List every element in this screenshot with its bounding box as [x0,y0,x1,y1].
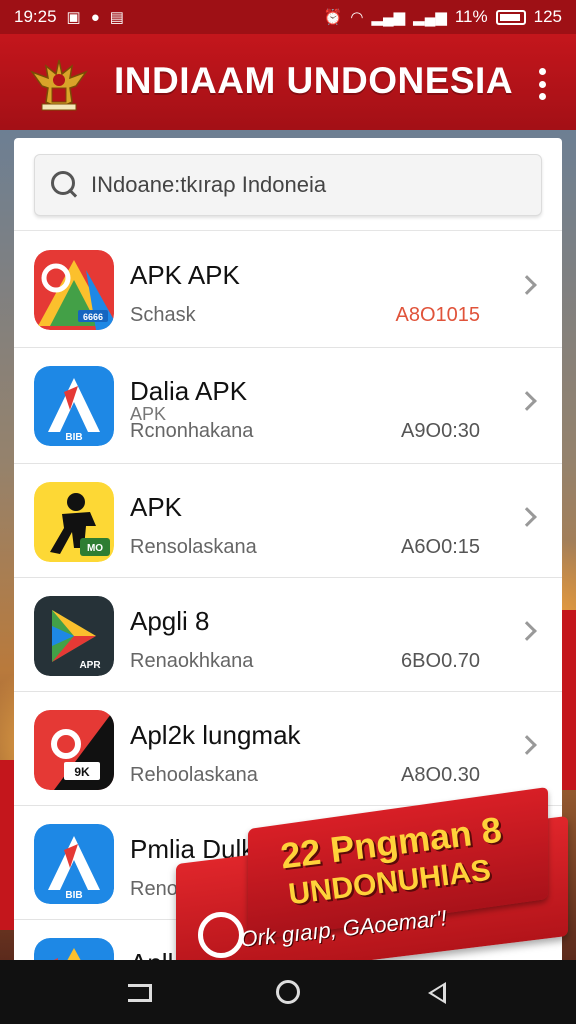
app-name: APK APK [130,260,240,290]
list-item[interactable]: BIB Dalia APK APK Rcnonhakana A9O0:30 [14,348,562,464]
app-name: Dalia APK [130,376,248,406]
signal-icon: ▂▄▆ [371,9,406,26]
app-developer: Renaokhkana [130,650,254,672]
battery-percent: 11% [454,7,488,26]
app-icon-badge: 6666 [83,312,103,322]
play-store-style-app-icon: APR [34,596,114,676]
chevron-right-icon[interactable] [517,275,537,295]
app-meta: A8O1015 [395,304,480,326]
app-icon-badge: APR [79,660,101,671]
app-name: APK [130,492,183,522]
photo-icon: ▤ [109,9,124,26]
app-name: Apl2k lungmak [130,720,301,750]
search-text: INdoane:tkıraρ Indoneia [91,172,327,197]
app-icon-badge: 9K [74,765,90,779]
app-bar: ΙΝDIAAM UNDONESIA [0,34,576,130]
app-icon-badge: BIB [65,890,82,901]
chevron-right-icon[interactable] [517,735,537,755]
app-icon-badge: MO [87,543,103,554]
app-meta: 6BO0.70 [401,650,480,672]
back-icon[interactable] [428,982,446,1004]
home-icon[interactable] [276,980,300,1004]
divider [14,230,562,231]
chevron-right-icon[interactable] [517,621,537,641]
search-input[interactable]: INdoane:tkıraρ Indoneia [34,154,542,216]
yellow-silhouette-app-icon: MO [34,482,114,562]
red-black-app-icon: 9K [34,710,114,790]
app-developer: Schask [130,304,196,326]
circle-notification-icon: ● [90,8,100,26]
promo-logo-icon [198,912,244,958]
status-number: 125 [533,7,562,26]
alarm-icon: ⏰ [323,9,343,26]
chevron-right-icon[interactable] [517,391,537,411]
app-icon-badge: BIB [65,432,82,443]
recent-apps-icon[interactable] [128,984,152,1002]
status-time: 19:25 [14,7,57,26]
status-bar: 19:25 ▣ ● ▤ ⏰ ◠ ▂▄▆ ▂▄▆ 11% 125 [0,0,576,34]
wifi-icon: ◠ [350,9,364,26]
more-vert-icon[interactable] [530,64,554,104]
app-meta: A8O0.30 [401,764,480,786]
app-meta: A6O0:15 [401,536,480,558]
app-title: ΙΝDIAAM UNDONESIA [114,60,514,101]
signal-icon-2: ▂▄▆ [413,9,447,26]
app-developer: Rehoolaskana [130,764,258,786]
search-icon [51,171,79,199]
app-meta: A9O0:30 [401,420,480,442]
app-developer: Rcnonhakana [130,420,254,442]
chevron-right-icon[interactable] [517,507,537,527]
carrier-icon: ▣ [66,9,81,26]
blue-letter-a-app-icon: BIB [34,824,114,904]
list-item[interactable]: MO APK Rensolaskana A6O0:15 [14,464,562,578]
maps-style-app-icon: 6666 [34,250,114,330]
promo-banner[interactable]: 22 Pngman 8 UNDONUHIAS Ork ɡıaıp, GAoema… [176,786,568,985]
navigation-bar [0,960,576,1024]
list-item[interactable]: 6666 APK APK Schask A8O1015 [14,232,562,348]
list-item[interactable]: 9K Apl2k lungmak Rehoolaskana A8O0.30 [14,692,562,806]
garuda-emblem-icon [29,59,89,111]
blue-letter-a-app-icon: BIB [34,366,114,446]
list-item[interactable]: APR Apgli 8 Renaokhkana 6BO0.70 [14,578,562,692]
battery-icon [495,9,526,25]
app-name: Apgli 8 [130,606,210,636]
app-developer: Rensolaskana [130,536,257,558]
